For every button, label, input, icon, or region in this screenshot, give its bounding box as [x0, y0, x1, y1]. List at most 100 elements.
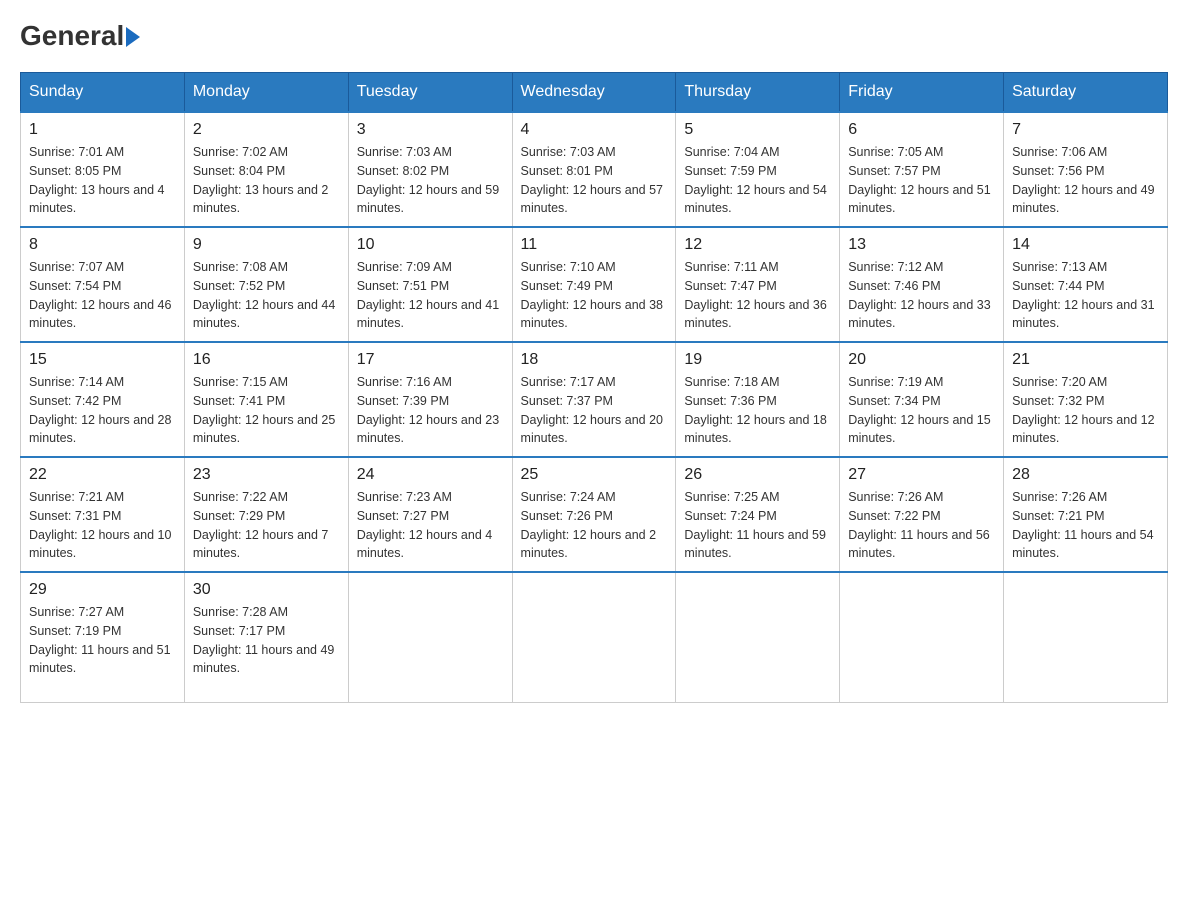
day-info: Sunrise: 7:10 AMSunset: 7:49 PMDaylight:…: [521, 260, 663, 330]
day-info: Sunrise: 7:03 AMSunset: 8:02 PMDaylight:…: [357, 145, 499, 215]
day-number: 17: [357, 351, 504, 369]
day-info: Sunrise: 7:24 AMSunset: 7:26 PMDaylight:…: [521, 490, 657, 560]
calendar-cell: 13 Sunrise: 7:12 AMSunset: 7:46 PMDaylig…: [840, 227, 1004, 342]
day-number: 16: [193, 351, 340, 369]
calendar-cell: 1 Sunrise: 7:01 AMSunset: 8:05 PMDayligh…: [21, 112, 185, 227]
calendar-cell: 28 Sunrise: 7:26 AMSunset: 7:21 PMDaylig…: [1004, 457, 1168, 572]
day-info: Sunrise: 7:01 AMSunset: 8:05 PMDaylight:…: [29, 145, 165, 215]
day-number: 6: [848, 121, 995, 139]
calendar-cell: 27 Sunrise: 7:26 AMSunset: 7:22 PMDaylig…: [840, 457, 1004, 572]
calendar-cell: 11 Sunrise: 7:10 AMSunset: 7:49 PMDaylig…: [512, 227, 676, 342]
day-number: 4: [521, 121, 668, 139]
day-number: 8: [29, 236, 176, 254]
calendar-cell: 2 Sunrise: 7:02 AMSunset: 8:04 PMDayligh…: [184, 112, 348, 227]
day-number: 22: [29, 466, 176, 484]
calendar-cell: 8 Sunrise: 7:07 AMSunset: 7:54 PMDayligh…: [21, 227, 185, 342]
calendar-table: Sunday Monday Tuesday Wednesday Thursday…: [20, 72, 1168, 703]
day-info: Sunrise: 7:07 AMSunset: 7:54 PMDaylight:…: [29, 260, 171, 330]
day-number: 25: [521, 466, 668, 484]
header-wednesday: Wednesday: [512, 73, 676, 113]
day-number: 26: [684, 466, 831, 484]
day-info: Sunrise: 7:08 AMSunset: 7:52 PMDaylight:…: [193, 260, 335, 330]
logo-arrow-icon: [126, 27, 140, 47]
calendar-cell: 5 Sunrise: 7:04 AMSunset: 7:59 PMDayligh…: [676, 112, 840, 227]
page-header: General: [20, 20, 1168, 52]
day-info: Sunrise: 7:27 AMSunset: 7:19 PMDaylight:…: [29, 605, 171, 675]
calendar-cell: 22 Sunrise: 7:21 AMSunset: 7:31 PMDaylig…: [21, 457, 185, 572]
calendar-cell: 4 Sunrise: 7:03 AMSunset: 8:01 PMDayligh…: [512, 112, 676, 227]
day-info: Sunrise: 7:26 AMSunset: 7:22 PMDaylight:…: [848, 490, 990, 560]
day-info: Sunrise: 7:16 AMSunset: 7:39 PMDaylight:…: [357, 375, 499, 445]
day-info: Sunrise: 7:17 AMSunset: 7:37 PMDaylight:…: [521, 375, 663, 445]
day-number: 24: [357, 466, 504, 484]
day-info: Sunrise: 7:28 AMSunset: 7:17 PMDaylight:…: [193, 605, 335, 675]
calendar-cell: [512, 572, 676, 702]
day-info: Sunrise: 7:22 AMSunset: 7:29 PMDaylight:…: [193, 490, 329, 560]
calendar-cell: 9 Sunrise: 7:08 AMSunset: 7:52 PMDayligh…: [184, 227, 348, 342]
day-info: Sunrise: 7:14 AMSunset: 7:42 PMDaylight:…: [29, 375, 171, 445]
calendar-cell: 14 Sunrise: 7:13 AMSunset: 7:44 PMDaylig…: [1004, 227, 1168, 342]
day-info: Sunrise: 7:18 AMSunset: 7:36 PMDaylight:…: [684, 375, 826, 445]
day-number: 18: [521, 351, 668, 369]
calendar-cell: 10 Sunrise: 7:09 AMSunset: 7:51 PMDaylig…: [348, 227, 512, 342]
header-tuesday: Tuesday: [348, 73, 512, 113]
logo-text: General: [20, 20, 140, 52]
day-info: Sunrise: 7:12 AMSunset: 7:46 PMDaylight:…: [848, 260, 990, 330]
day-info: Sunrise: 7:26 AMSunset: 7:21 PMDaylight:…: [1012, 490, 1154, 560]
calendar-cell: 25 Sunrise: 7:24 AMSunset: 7:26 PMDaylig…: [512, 457, 676, 572]
calendar-cell: 19 Sunrise: 7:18 AMSunset: 7:36 PMDaylig…: [676, 342, 840, 457]
day-number: 3: [357, 121, 504, 139]
day-number: 1: [29, 121, 176, 139]
day-info: Sunrise: 7:04 AMSunset: 7:59 PMDaylight:…: [684, 145, 826, 215]
day-info: Sunrise: 7:06 AMSunset: 7:56 PMDaylight:…: [1012, 145, 1154, 215]
day-number: 7: [1012, 121, 1159, 139]
calendar-cell: [348, 572, 512, 702]
calendar-cell: [676, 572, 840, 702]
day-number: 28: [1012, 466, 1159, 484]
week-row-4: 22 Sunrise: 7:21 AMSunset: 7:31 PMDaylig…: [21, 457, 1168, 572]
day-number: 23: [193, 466, 340, 484]
day-number: 10: [357, 236, 504, 254]
calendar-cell: 17 Sunrise: 7:16 AMSunset: 7:39 PMDaylig…: [348, 342, 512, 457]
week-row-5: 29 Sunrise: 7:27 AMSunset: 7:19 PMDaylig…: [21, 572, 1168, 702]
calendar-cell: 21 Sunrise: 7:20 AMSunset: 7:32 PMDaylig…: [1004, 342, 1168, 457]
calendar-cell: 30 Sunrise: 7:28 AMSunset: 7:17 PMDaylig…: [184, 572, 348, 702]
calendar-cell: 18 Sunrise: 7:17 AMSunset: 7:37 PMDaylig…: [512, 342, 676, 457]
calendar-cell: 3 Sunrise: 7:03 AMSunset: 8:02 PMDayligh…: [348, 112, 512, 227]
day-number: 14: [1012, 236, 1159, 254]
day-number: 13: [848, 236, 995, 254]
day-info: Sunrise: 7:25 AMSunset: 7:24 PMDaylight:…: [684, 490, 826, 560]
calendar-cell: [840, 572, 1004, 702]
header-saturday: Saturday: [1004, 73, 1168, 113]
day-info: Sunrise: 7:21 AMSunset: 7:31 PMDaylight:…: [29, 490, 171, 560]
day-number: 30: [193, 581, 340, 599]
calendar-cell: 6 Sunrise: 7:05 AMSunset: 7:57 PMDayligh…: [840, 112, 1004, 227]
day-number: 9: [193, 236, 340, 254]
day-info: Sunrise: 7:05 AMSunset: 7:57 PMDaylight:…: [848, 145, 990, 215]
week-row-3: 15 Sunrise: 7:14 AMSunset: 7:42 PMDaylig…: [21, 342, 1168, 457]
weekday-header-row: Sunday Monday Tuesday Wednesday Thursday…: [21, 73, 1168, 113]
calendar-cell: 20 Sunrise: 7:19 AMSunset: 7:34 PMDaylig…: [840, 342, 1004, 457]
day-number: 12: [684, 236, 831, 254]
header-sunday: Sunday: [21, 73, 185, 113]
day-info: Sunrise: 7:02 AMSunset: 8:04 PMDaylight:…: [193, 145, 329, 215]
day-number: 29: [29, 581, 176, 599]
week-row-2: 8 Sunrise: 7:07 AMSunset: 7:54 PMDayligh…: [21, 227, 1168, 342]
logo-general: General: [20, 20, 124, 52]
header-monday: Monday: [184, 73, 348, 113]
calendar-cell: 7 Sunrise: 7:06 AMSunset: 7:56 PMDayligh…: [1004, 112, 1168, 227]
day-info: Sunrise: 7:20 AMSunset: 7:32 PMDaylight:…: [1012, 375, 1154, 445]
day-number: 19: [684, 351, 831, 369]
calendar-cell: 24 Sunrise: 7:23 AMSunset: 7:27 PMDaylig…: [348, 457, 512, 572]
day-number: 27: [848, 466, 995, 484]
calendar-cell: 15 Sunrise: 7:14 AMSunset: 7:42 PMDaylig…: [21, 342, 185, 457]
day-number: 5: [684, 121, 831, 139]
calendar-cell: 12 Sunrise: 7:11 AMSunset: 7:47 PMDaylig…: [676, 227, 840, 342]
header-thursday: Thursday: [676, 73, 840, 113]
day-info: Sunrise: 7:19 AMSunset: 7:34 PMDaylight:…: [848, 375, 990, 445]
calendar-cell: 29 Sunrise: 7:27 AMSunset: 7:19 PMDaylig…: [21, 572, 185, 702]
day-info: Sunrise: 7:11 AMSunset: 7:47 PMDaylight:…: [684, 260, 826, 330]
calendar-cell: 16 Sunrise: 7:15 AMSunset: 7:41 PMDaylig…: [184, 342, 348, 457]
day-number: 11: [521, 236, 668, 254]
day-info: Sunrise: 7:23 AMSunset: 7:27 PMDaylight:…: [357, 490, 493, 560]
